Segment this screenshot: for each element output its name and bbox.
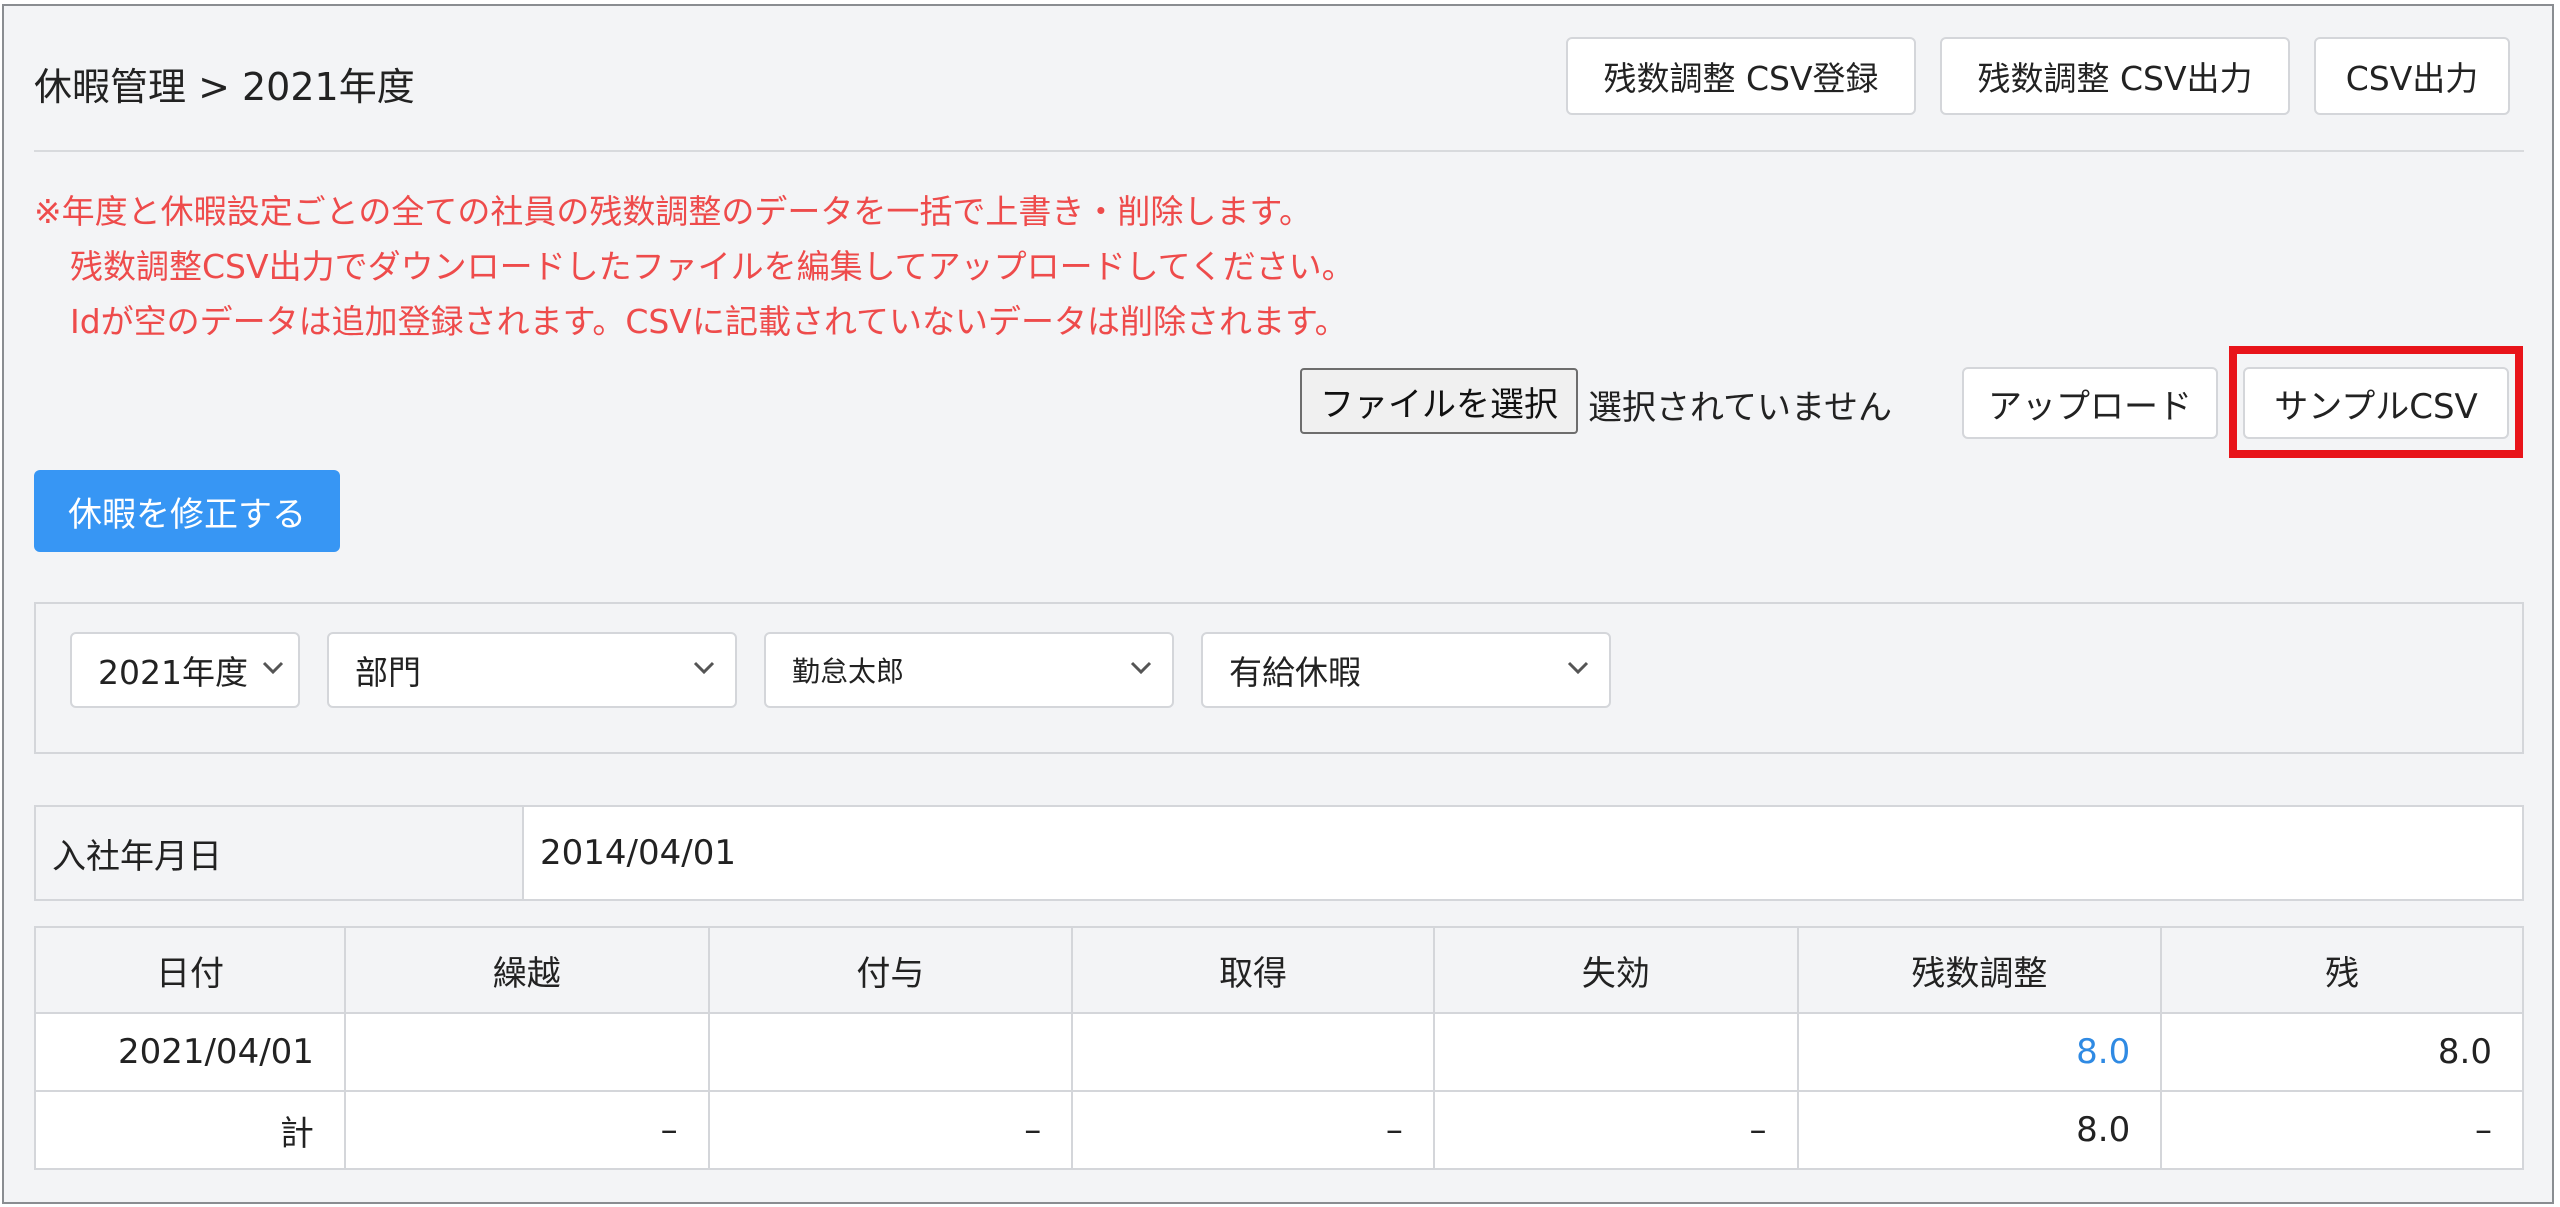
page-title: 休暇管理 > 2021年度 [34, 65, 415, 109]
cell-adjustment: 8.0 [1796, 1012, 2163, 1092]
upload-button[interactable]: アップロード [1962, 367, 2218, 439]
note-line-3: Idが空のデータは追加登録されます。CSVに記載されていないデータは削除されます… [70, 302, 1348, 341]
cell-taken [1071, 1012, 1435, 1092]
file-status-text: 選択されていません [1588, 388, 1892, 428]
cell-total-label: 計 [34, 1090, 346, 1170]
note-line-2: 残数調整CSV出力でダウンロードしたファイルを編集してアップロードしてください。 [70, 247, 1355, 286]
chevron-down-icon [1567, 661, 1589, 675]
col-header-granted: 付与 [707, 926, 1074, 1014]
col-header-date: 日付 [34, 926, 346, 1014]
hire-date-label: 入社年月日 [36, 807, 524, 899]
sample-csv-highlight [2229, 346, 2523, 458]
adjustment-link[interactable]: 8.0 [2076, 1032, 2130, 1072]
cell-total-taken: – [1071, 1090, 1435, 1170]
department-select[interactable]: 部門 [327, 632, 737, 708]
cell-granted [707, 1012, 1074, 1092]
cell-carryover [343, 1012, 710, 1092]
note-line-1: ※年度と休暇設定ごとの全ての社員の残数調整のデータを一括で上書き・削除します。 [34, 192, 1313, 231]
col-header-remaining: 残 [2160, 926, 2524, 1014]
hire-date-value: 2014/04/01 [540, 833, 736, 873]
employee-select-value: 勤怠太郎 [792, 655, 905, 688]
cell-total-granted: – [707, 1090, 1074, 1170]
cell-total-adjustment: 8.0 [1796, 1090, 2163, 1170]
hire-date-table: 入社年月日 2014/04/01 [34, 805, 2524, 901]
employee-select[interactable]: 勤怠太郎 [764, 632, 1174, 708]
cell-expired [1432, 1012, 1799, 1092]
department-select-value: 部門 [355, 653, 421, 692]
cell-total-remaining: – [2160, 1090, 2524, 1170]
table-header-row: 日付 繰越 付与 取得 失効 残数調整 残 [34, 926, 2524, 1014]
col-header-taken: 取得 [1071, 926, 1435, 1014]
leave-type-select-value: 有給休暇 [1229, 653, 1361, 692]
table-row: 2021/04/01 8.0 8.0 [34, 1012, 2524, 1092]
leave-balance-table: 日付 繰越 付与 取得 失効 残数調整 残 2021/04/01 8.0 8.0… [34, 926, 2524, 1170]
csv-export-adjust-button[interactable]: 残数調整 CSV出力 [1940, 37, 2290, 115]
header-divider [34, 150, 2524, 152]
year-select[interactable]: 2021年度 [70, 632, 300, 708]
csv-register-button[interactable]: 残数調整 CSV登録 [1566, 37, 1916, 115]
cell-date: 2021/04/01 [34, 1012, 346, 1092]
choose-file-button[interactable]: ファイルを選択 [1300, 368, 1578, 434]
col-header-carryover: 繰越 [343, 926, 710, 1014]
edit-leave-button[interactable]: 休暇を修正する [34, 470, 340, 552]
leave-type-select[interactable]: 有給休暇 [1201, 632, 1611, 708]
cell-total-carryover: – [343, 1090, 710, 1170]
cell-remaining: 8.0 [2160, 1012, 2524, 1092]
year-select-value: 2021年度 [98, 653, 248, 692]
csv-export-button[interactable]: CSV出力 [2314, 37, 2510, 115]
chevron-down-icon [693, 661, 715, 675]
chevron-down-icon [262, 661, 284, 675]
table-total-row: 計 – – – – 8.0 – [34, 1090, 2524, 1170]
col-header-adjustment: 残数調整 [1796, 926, 2163, 1014]
cell-total-expired: – [1432, 1090, 1799, 1170]
chevron-down-icon [1130, 661, 1152, 675]
col-header-expired: 失効 [1432, 926, 1799, 1014]
